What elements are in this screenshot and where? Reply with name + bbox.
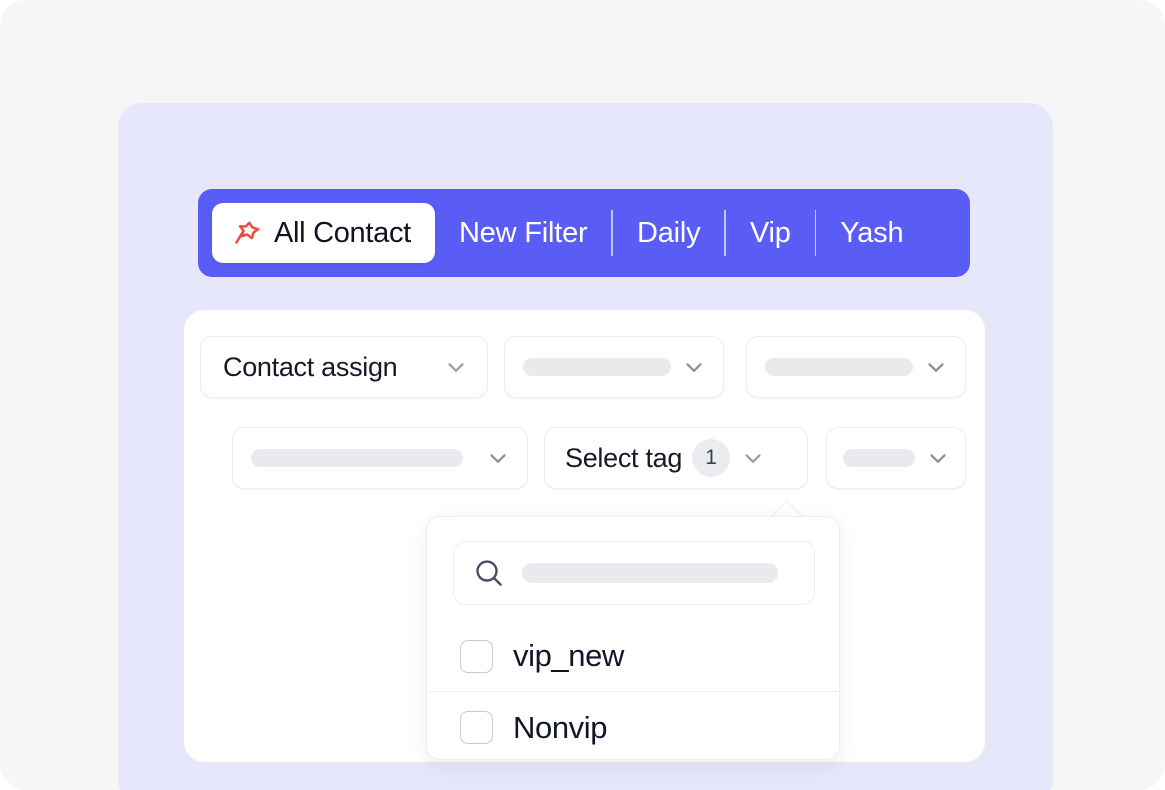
tab-all-contact[interactable]: All Contact (212, 203, 435, 263)
placeholder-bar (251, 449, 463, 467)
popover-caret (771, 498, 805, 517)
tag-option-nonvip[interactable]: Nonvip (427, 692, 839, 763)
tab-yash[interactable]: Yash (816, 218, 927, 248)
placeholder-bar (843, 449, 915, 467)
select-tag-dropdown[interactable]: Select tag 1 (544, 427, 808, 489)
chevron-down-icon (923, 354, 949, 380)
tag-option-vip-new[interactable]: vip_new (427, 621, 839, 692)
filter-select-row1-c[interactable] (746, 336, 966, 398)
tab-new-filter[interactable]: New Filter (435, 218, 612, 248)
chevron-down-icon (485, 445, 511, 471)
chevron-down-icon (740, 445, 766, 471)
chevron-down-icon (681, 354, 707, 380)
tab-vip[interactable]: Vip (726, 218, 815, 248)
chevron-down-icon (925, 445, 951, 471)
placeholder-bar (765, 358, 913, 376)
filter-select-row2-c[interactable] (826, 427, 966, 489)
placeholder-bar (523, 358, 671, 376)
tag-option-label: Nonvip (513, 709, 608, 745)
filter-tabbar: All Contact New Filter Daily Vip Yash (198, 189, 970, 277)
select-tag-label: Select tag (565, 442, 683, 473)
tab-all-contact-label: All Contact (274, 216, 411, 249)
contact-assign-select[interactable]: Contact assign (200, 336, 488, 398)
tab-list: New Filter Daily Vip Yash (435, 189, 970, 277)
tag-dropdown-popover: vip_new Nonvip (426, 516, 840, 760)
filter-select-row2-a[interactable] (232, 427, 528, 489)
tag-option-checkbox[interactable] (460, 639, 493, 673)
chevron-down-icon (443, 354, 469, 380)
search-icon (472, 556, 506, 590)
contact-assign-label: Contact assign (223, 351, 398, 382)
filter-select-row1-b[interactable] (504, 336, 724, 398)
tag-search-box[interactable] (453, 541, 815, 605)
tag-option-checkbox[interactable] (460, 711, 493, 744)
tag-option-label: vip_new (513, 638, 624, 673)
tab-daily[interactable]: Daily (613, 218, 724, 248)
tag-search-input[interactable] (522, 563, 778, 583)
select-tag-count-badge: 1 (692, 439, 731, 477)
pin-icon (232, 218, 262, 248)
app-page: All Contact New Filter Daily Vip Yash Co… (0, 0, 1165, 790)
